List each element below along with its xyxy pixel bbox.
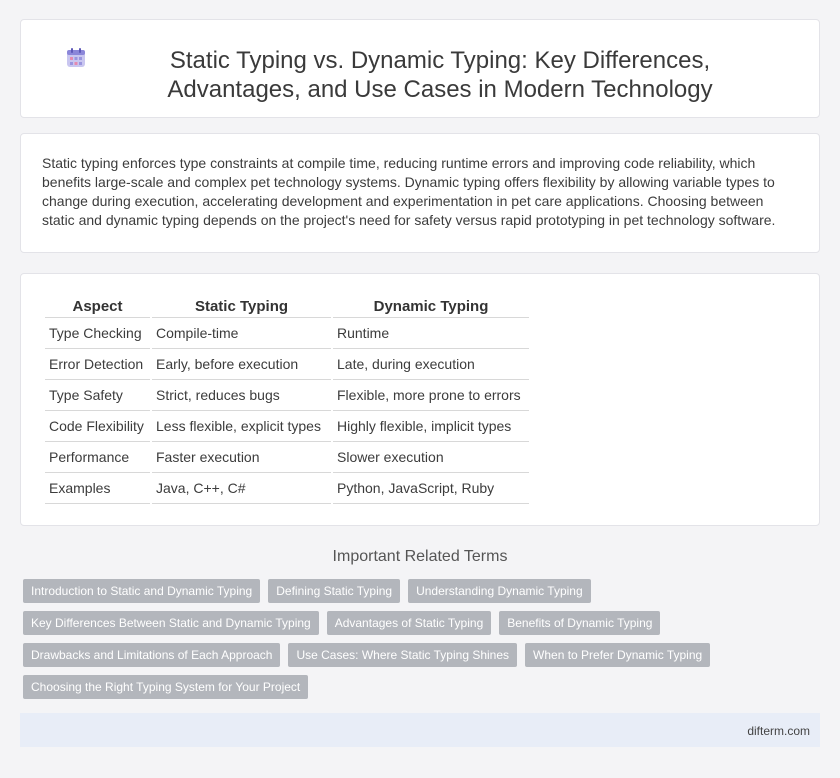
table-row: Error Detection Early, before execution … [45, 349, 529, 380]
table-row: Type Safety Strict, reduces bugs Flexibl… [45, 380, 529, 411]
table-cell: Performance [45, 442, 150, 473]
comparison-card: Aspect Static Typing Dynamic Typing Type… [20, 273, 820, 526]
table-row: Code Flexibility Less flexible, explicit… [45, 411, 529, 442]
table-header-row: Aspect Static Typing Dynamic Typing [45, 296, 529, 318]
table-cell: Runtime [333, 318, 529, 349]
table-cell: Early, before execution [152, 349, 331, 380]
related-term-link[interactable]: Defining Static Typing [268, 579, 401, 603]
table-cell: Slower execution [333, 442, 529, 473]
column-header-aspect: Aspect [45, 296, 150, 318]
related-term-link[interactable]: Introduction to Static and Dynamic Typin… [23, 579, 261, 603]
tag-row: Choosing the Right Typing System for You… [23, 675, 803, 699]
table-cell: Less flexible, explicit types [152, 411, 331, 442]
table-row: Performance Faster execution Slower exec… [45, 442, 529, 473]
related-term-link[interactable]: Use Cases: Where Static Typing Shines [288, 643, 518, 667]
table-cell: Type Safety [45, 380, 150, 411]
related-term-link[interactable]: Key Differences Between Static and Dynam… [23, 611, 319, 635]
tag-row: Key Differences Between Static and Dynam… [23, 611, 803, 635]
table-cell: Code Flexibility [45, 411, 150, 442]
column-header-static: Static Typing [152, 296, 331, 318]
related-term-link[interactable]: When to Prefer Dynamic Typing [525, 643, 711, 667]
table-cell: Python, JavaScript, Ruby [333, 473, 529, 504]
related-term-link[interactable]: Advantages of Static Typing [326, 611, 492, 635]
table-cell: Compile-time [152, 318, 331, 349]
table-cell: Highly flexible, implicit types [333, 411, 529, 442]
column-header-dynamic: Dynamic Typing [333, 296, 529, 318]
site-link[interactable]: difterm.com [747, 724, 810, 738]
intro-card: Static typing enforces type constraints … [20, 133, 820, 253]
table-cell: Examples [45, 473, 150, 504]
table-cell: Java, C++, C# [152, 473, 331, 504]
table-cell: Late, during execution [333, 349, 529, 380]
page-title: Static Typing vs. Dynamic Typing: Key Di… [167, 47, 713, 103]
footer: difterm.com [20, 713, 820, 747]
tag-row: Drawbacks and Limitations of Each Approa… [23, 643, 803, 667]
related-terms-list: Introduction to Static and Dynamic Typin… [23, 579, 803, 707]
table-cell: Faster execution [152, 442, 331, 473]
related-term-link[interactable]: Choosing the Right Typing System for You… [23, 675, 309, 699]
related-term-link[interactable]: Benefits of Dynamic Typing [499, 611, 661, 635]
intro-paragraph: Static typing enforces type constraints … [42, 155, 776, 228]
related-terms-heading: Important Related Terms [332, 548, 508, 565]
table-cell: Type Checking [45, 318, 150, 349]
tag-row: Introduction to Static and Dynamic Typin… [23, 579, 803, 603]
related-term-link[interactable]: Drawbacks and Limitations of Each Approa… [23, 643, 281, 667]
table-row: Examples Java, C++, C# Python, JavaScrip… [45, 473, 529, 504]
table-cell: Error Detection [45, 349, 150, 380]
related-term-link[interactable]: Understanding Dynamic Typing [408, 579, 591, 603]
table-row: Type Checking Compile-time Runtime [45, 318, 529, 349]
table-cell: Flexible, more prone to errors [333, 380, 529, 411]
header-card: Static Typing vs. Dynamic Typing: Key Di… [20, 19, 820, 118]
comparison-table: Aspect Static Typing Dynamic Typing Type… [43, 296, 531, 504]
table-cell: Strict, reduces bugs [152, 380, 331, 411]
